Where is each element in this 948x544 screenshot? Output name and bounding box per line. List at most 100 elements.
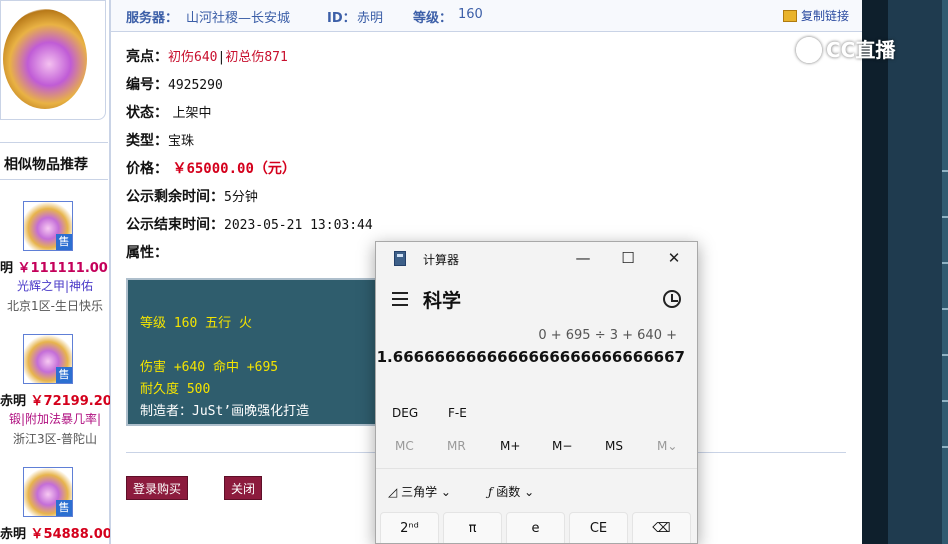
copy-link[interactable]: 复制链接: [782, 7, 849, 24]
trig-label: 三角学: [401, 485, 438, 499]
history-icon[interactable]: [663, 290, 681, 308]
number-value: 4925290: [168, 78, 223, 93]
calculator-result: 871.6666666666666666666666666667: [375, 348, 685, 366]
backspace-key[interactable]: ⌫: [632, 512, 691, 543]
similar-item-price-line: 明 ￥111111.00: [0, 257, 110, 276]
close-button[interactable]: 关闭: [224, 476, 263, 500]
end-row: 公示结束时间：2023-05-21 13:03:44: [126, 214, 373, 234]
function-dropdown[interactable]: ƒ 函数 ⌄: [488, 483, 534, 500]
similar-item-seller: 明: [0, 261, 14, 276]
sale-badge: 售: [56, 234, 72, 250]
clear-entry-key[interactable]: CE: [569, 512, 628, 543]
memory-list-button[interactable]: M⌄: [657, 439, 677, 453]
remain-label: 公示剩余时间：: [126, 189, 224, 205]
ms-button[interactable]: MS: [605, 439, 623, 453]
id-label: ID：: [327, 11, 356, 26]
id-value: 赤明: [357, 11, 384, 26]
price-row: 价格： ￥65000.00（元）: [126, 158, 296, 178]
remain-row: 公示剩余时间：5分钟: [126, 186, 258, 206]
chevron-down-icon: ⌄: [524, 485, 535, 499]
highlight-row: 亮点：初伤640|初总伤871: [126, 46, 288, 66]
attr-maker: 制造者：JuSt’画晚强化打造: [140, 404, 310, 419]
similar-item-desc[interactable]: 光辉之甲|神佑: [0, 277, 110, 294]
type-value: 宝珠: [168, 134, 195, 149]
similar-item-thumb[interactable]: 售: [23, 467, 73, 517]
cc-logo-icon: [796, 37, 822, 63]
attr-label: 属性：: [126, 245, 168, 261]
panel-tick: [942, 354, 948, 356]
copy-link-label: 复制链接: [800, 9, 849, 23]
similar-item-price: ￥72199.20: [30, 394, 112, 409]
similar-items-title: 相似物品推荐: [0, 142, 108, 180]
similar-item-price: ￥54888.00: [30, 527, 112, 542]
calculator-mode: 科学: [423, 290, 462, 312]
attr-durability: 耐久度 500: [140, 382, 211, 397]
item-thumbnail[interactable]: [0, 0, 106, 120]
fe-button[interactable]: F-E: [448, 406, 467, 420]
similar-item-server: 北京1区-生日快乐: [7, 299, 103, 313]
minimize-button[interactable]: —: [571, 248, 595, 268]
status-label: 状态：: [126, 105, 168, 121]
attr-level-element: 等级 160 五行 火: [140, 316, 252, 331]
price-value: ￥65000.00（元）: [172, 161, 296, 177]
deg-button[interactable]: DEG: [392, 406, 418, 420]
calculator-window[interactable]: 计算器 — ☐ ✕ 科学 0 + 695 ÷ 3 + 640 + 871.666…: [375, 241, 698, 544]
level-value: 160: [458, 7, 483, 22]
panel-tick: [942, 400, 948, 402]
calculator-titlebar[interactable]: 计算器 — ☐ ✕: [376, 242, 697, 274]
orb-item-icon: [3, 9, 87, 109]
window-close-button[interactable]: ✕: [662, 248, 686, 268]
chevron-down-icon: ⌄: [440, 485, 451, 499]
similar-item-thumb[interactable]: 售: [23, 201, 73, 251]
end-value: 2023-05-21 13:03:44: [224, 218, 373, 233]
remain-value: 5分钟: [224, 190, 258, 205]
side-panel-edge: [942, 0, 948, 544]
type-label: 类型：: [126, 133, 168, 149]
copy-link-icon: [782, 10, 797, 22]
trigonometry-dropdown[interactable]: ◿ 三角学 ⌄: [388, 483, 451, 500]
sale-badge: 售: [56, 500, 72, 516]
calculator-app-icon: [394, 251, 406, 266]
maximize-button[interactable]: ☐: [616, 248, 640, 268]
highlight-label: 亮点：: [126, 49, 168, 65]
e-key[interactable]: e: [506, 512, 565, 543]
mr-button[interactable]: MR: [447, 439, 466, 453]
seller-info-bar: 服务器： 山河社稷—长安城 ID： 赤明 等级： 160 复制链接: [111, 0, 862, 32]
panel-tick: [942, 308, 948, 310]
type-row: 类型：宝珠: [126, 130, 194, 150]
mc-button[interactable]: MC: [395, 439, 414, 453]
side-panel-strip: [862, 0, 888, 544]
calculator-expression: 0 + 695 ÷ 3 + 640 +: [538, 328, 677, 343]
number-label: 编号：: [126, 77, 168, 93]
status-row: 状态： 上架中: [126, 102, 211, 122]
attr-damage-hit: 伤害 +640 命中 +695: [140, 360, 279, 375]
similar-item-thumb[interactable]: 售: [23, 334, 73, 384]
similar-item-price: ￥111111.00: [17, 261, 108, 276]
m-minus-button[interactable]: M−: [552, 439, 572, 453]
similar-item-desc[interactable]: 锻|附加法暴几率|: [0, 410, 110, 427]
sale-badge: 售: [56, 367, 72, 383]
similar-item-price-line: 赤明 ￥54888.00: [0, 523, 112, 542]
watermark-text: CC直播: [826, 38, 896, 62]
login-buy-button[interactable]: 登录购买: [126, 476, 189, 500]
end-label: 公示结束时间：: [126, 217, 224, 233]
function-icon: ƒ: [488, 485, 493, 499]
panel-tick: [942, 262, 948, 264]
similar-item-price-line: 赤明 ￥72199.20: [0, 390, 112, 409]
similar-item-seller: 赤明: [0, 394, 27, 409]
second-key[interactable]: 2ⁿᵈ: [380, 512, 439, 543]
similar-item-server: 浙江3区-普陀山: [13, 432, 97, 446]
level-label: 等级：: [413, 11, 453, 26]
triangle-ruler-icon: ◿: [388, 485, 398, 499]
similar-item-seller: 赤明: [0, 527, 27, 542]
panel-tick: [942, 446, 948, 448]
pi-key[interactable]: π: [443, 512, 502, 543]
left-column: 相似物品推荐 售 明 ￥111111.00 光辉之甲|神佑 北京1区-生日快乐 …: [0, 0, 112, 544]
hamburger-menu-icon[interactable]: [392, 292, 408, 306]
price-label: 价格：: [126, 161, 168, 177]
highlight-1: 初伤640: [168, 50, 218, 65]
highlight-2: 初总伤871: [225, 50, 288, 65]
m-plus-button[interactable]: M+: [500, 439, 520, 453]
server-label: 服务器：: [126, 11, 179, 26]
attr-row: 属性：: [126, 242, 168, 262]
